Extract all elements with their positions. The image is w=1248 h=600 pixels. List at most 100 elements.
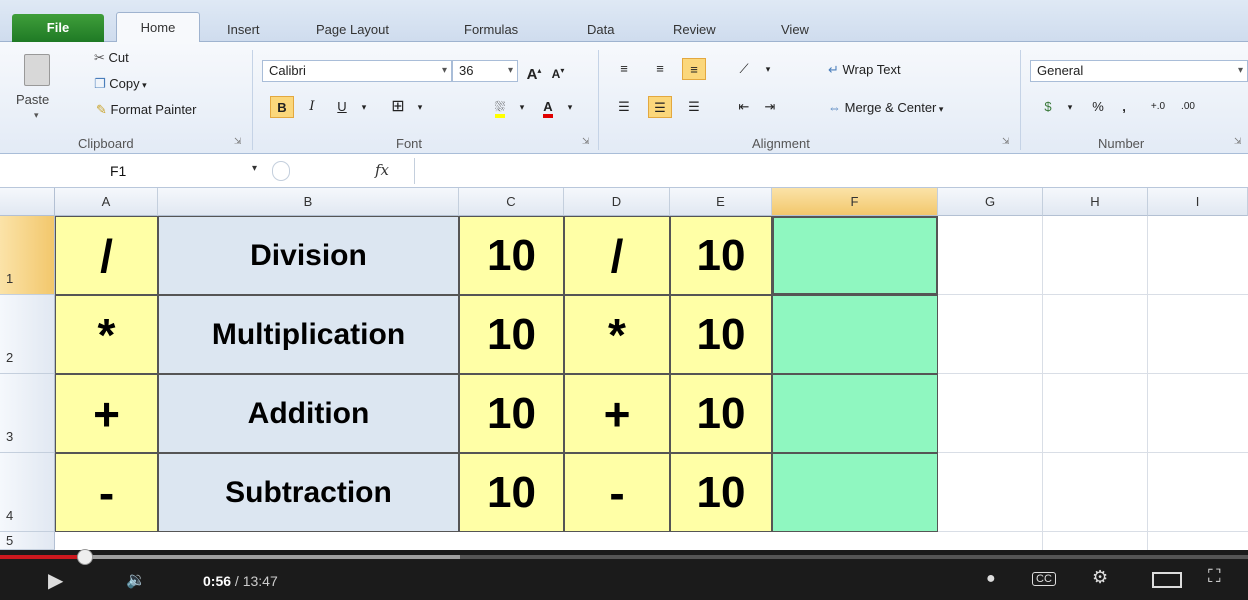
merge-center-button[interactable]: ⇔ Merge & Center ▾ bbox=[828, 100, 943, 115]
fullscreen-icon[interactable]: ⛶ bbox=[1208, 566, 1221, 587]
percent-button[interactable]: % bbox=[1086, 96, 1110, 118]
cell-b1[interactable]: Division bbox=[158, 216, 459, 295]
cell-f2[interactable] bbox=[772, 295, 938, 374]
row-header-2[interactable]: 2 bbox=[0, 295, 55, 374]
align-middle-icon[interactable]: ≡ bbox=[648, 58, 672, 80]
cell-a2[interactable]: * bbox=[55, 295, 158, 374]
shrink-font-icon[interactable]: A▾ bbox=[546, 60, 570, 82]
chevron-down-icon[interactable]: ▾ bbox=[558, 96, 582, 118]
tab-view[interactable]: View bbox=[775, 18, 815, 42]
row-header-5[interactable]: 5 bbox=[0, 532, 55, 550]
increase-decimal-icon[interactable]: +.0 bbox=[1146, 96, 1170, 118]
number-launcher-icon[interactable]: ⇲ bbox=[1234, 136, 1242, 147]
decrease-decimal-icon[interactable]: .00 bbox=[1176, 96, 1200, 118]
align-left-icon[interactable]: ☰ bbox=[612, 96, 636, 118]
column-header-g[interactable]: G bbox=[938, 188, 1043, 216]
tab-review[interactable]: Review bbox=[667, 18, 722, 42]
borders-icon[interactable]: ⊞ bbox=[386, 96, 410, 118]
align-right-icon[interactable]: ☰ bbox=[682, 96, 706, 118]
cell-a4[interactable]: - bbox=[55, 453, 158, 532]
cell-e3[interactable]: 10 bbox=[670, 374, 772, 453]
alignment-launcher-icon[interactable]: ⇲ bbox=[1002, 136, 1010, 147]
column-header-b[interactable]: B bbox=[158, 188, 459, 216]
orientation-icon[interactable]: ⟋ bbox=[732, 58, 756, 80]
cell-f4[interactable] bbox=[772, 453, 938, 532]
chevron-down-icon[interactable]: ▾ bbox=[510, 96, 534, 118]
cell-b4[interactable]: Subtraction bbox=[158, 453, 459, 532]
align-center-icon[interactable]: ☰ bbox=[648, 96, 672, 118]
align-bottom-icon[interactable]: ≡ bbox=[682, 58, 706, 80]
number-format-select[interactable]: General ▾ bbox=[1030, 60, 1248, 82]
play-icon[interactable]: ▶ bbox=[48, 568, 63, 593]
column-header-c[interactable]: C bbox=[459, 188, 564, 216]
cell-a3[interactable]: + bbox=[55, 374, 158, 453]
column-header-f[interactable]: F bbox=[772, 188, 938, 216]
row-header-4[interactable]: 4 bbox=[0, 453, 55, 532]
tab-page-layout[interactable]: Page Layout bbox=[310, 18, 395, 42]
cell-e1[interactable]: 10 bbox=[670, 216, 772, 295]
cell-c3[interactable]: 10 bbox=[459, 374, 564, 453]
cell-b3[interactable]: Addition bbox=[158, 374, 459, 453]
cell-d4[interactable]: - bbox=[564, 453, 670, 532]
name-box-dropdown-icon[interactable]: ▾ bbox=[252, 163, 257, 174]
tab-home[interactable]: Home bbox=[116, 12, 200, 43]
cell-f1-active[interactable] bbox=[772, 216, 938, 295]
row-header-1[interactable]: 1 bbox=[0, 216, 55, 295]
chevron-down-icon[interactable]: ▾ bbox=[756, 58, 780, 80]
cell-e4[interactable]: 10 bbox=[670, 453, 772, 532]
chevron-down-icon[interactable]: ▾ bbox=[352, 96, 376, 118]
cell-d1[interactable]: / bbox=[564, 216, 670, 295]
volume-icon[interactable]: 🔉 bbox=[126, 570, 146, 590]
font-launcher-icon[interactable]: ⇲ bbox=[582, 136, 590, 147]
column-header-h[interactable]: H bbox=[1043, 188, 1148, 216]
column-header-d[interactable]: D bbox=[564, 188, 670, 216]
wrap-text-button[interactable]: ↵ Wrap Text bbox=[828, 62, 901, 78]
format-painter-button[interactable]: ✎ Format Painter bbox=[96, 102, 197, 118]
name-box[interactable]: F1 bbox=[0, 159, 270, 184]
cell-d2[interactable]: * bbox=[564, 295, 670, 374]
video-progress-bar[interactable] bbox=[0, 549, 1248, 565]
align-top-icon[interactable]: ≡ bbox=[612, 58, 636, 80]
cut-button[interactable]: ✂ Cut bbox=[94, 50, 129, 66]
row-header-3[interactable]: 3 bbox=[0, 374, 55, 453]
increase-indent-icon[interactable]: ⇥ bbox=[758, 96, 782, 118]
tab-insert[interactable]: Insert bbox=[221, 18, 266, 42]
tab-formulas[interactable]: Formulas bbox=[458, 18, 524, 42]
grow-font-icon[interactable]: A▴ bbox=[522, 60, 546, 83]
theater-mode-icon[interactable] bbox=[1152, 572, 1182, 588]
empty-cells-area[interactable] bbox=[938, 216, 1248, 550]
accounting-format-icon[interactable]: $ bbox=[1036, 96, 1060, 118]
font-size-select[interactable]: 36 ▾ bbox=[452, 60, 518, 82]
cell-c1[interactable]: 10 bbox=[459, 216, 564, 295]
captions-icon[interactable]: CC bbox=[1032, 572, 1056, 586]
cell-b2[interactable]: Multiplication bbox=[158, 295, 459, 374]
cell-e2[interactable]: 10 bbox=[670, 295, 772, 374]
gear-icon[interactable]: ⚙ bbox=[1092, 567, 1108, 588]
paste-button[interactable]: Paste ▾ bbox=[14, 52, 64, 127]
clipboard-launcher-icon[interactable]: ⇲ bbox=[234, 136, 242, 147]
formula-input[interactable] bbox=[414, 158, 1248, 184]
chevron-down-icon[interactable]: ▾ bbox=[1058, 96, 1082, 118]
tab-data[interactable]: Data bbox=[581, 18, 620, 42]
tab-file[interactable]: File bbox=[12, 14, 104, 42]
cell-c4[interactable]: 10 bbox=[459, 453, 564, 532]
column-header-a[interactable]: A bbox=[55, 188, 158, 216]
bold-icon[interactable]: B bbox=[270, 96, 294, 118]
column-header-i[interactable]: I bbox=[1148, 188, 1248, 216]
cell-d3[interactable]: + bbox=[564, 374, 670, 453]
column-header-e[interactable]: E bbox=[670, 188, 772, 216]
comma-button[interactable]: , bbox=[1112, 96, 1136, 118]
copy-button[interactable]: ❐ Copy ▾ bbox=[94, 76, 147, 92]
chevron-down-icon[interactable]: ▾ bbox=[408, 96, 432, 118]
decrease-indent-icon[interactable]: ⇤ bbox=[732, 96, 756, 118]
underline-icon[interactable]: U bbox=[330, 96, 354, 118]
font-color-icon[interactable]: A bbox=[536, 96, 560, 118]
select-all-corner[interactable] bbox=[0, 188, 55, 216]
font-name-select[interactable]: Calibri ▾ bbox=[262, 60, 452, 82]
annotations-icon[interactable]: ● bbox=[986, 570, 996, 588]
scrubber-handle[interactable] bbox=[76, 549, 93, 565]
cell-a1[interactable]: / bbox=[55, 216, 158, 295]
insert-function-icon[interactable]: fx bbox=[375, 161, 389, 179]
fill-color-icon[interactable]: ⛆ bbox=[488, 96, 512, 118]
cell-c2[interactable]: 10 bbox=[459, 295, 564, 374]
